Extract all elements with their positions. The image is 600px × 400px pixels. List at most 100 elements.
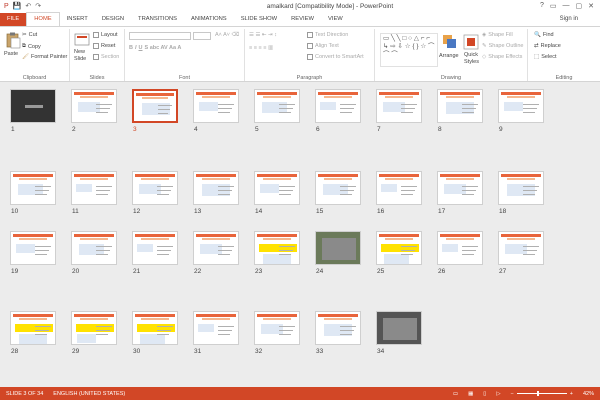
slide-thumbnail[interactable] (254, 171, 300, 205)
slide-thumbnail[interactable] (132, 311, 178, 345)
section-button[interactable]: Section (93, 54, 119, 60)
slide-number: 24 (316, 268, 324, 275)
slide-thumbnail[interactable] (437, 171, 483, 205)
font-style-buttons[interactable]: B I U S abc AV Aa A (129, 45, 181, 51)
zoom-slider-thumb[interactable] (536, 391, 539, 396)
slide-sorter-view-icon[interactable]: ▦ (468, 391, 473, 397)
slide-thumbnail[interactable] (10, 171, 56, 205)
slide-thumbnail[interactable] (498, 89, 544, 123)
select-button[interactable]: ⬚ Select (534, 54, 557, 60)
align-text-button[interactable]: Align Text (307, 43, 339, 49)
replace-button[interactable]: ⇄ Replace (534, 43, 561, 49)
zoom-in-button[interactable]: + (570, 391, 573, 397)
slide-thumbnail[interactable] (315, 231, 361, 265)
font-name-combobox[interactable] (129, 32, 191, 40)
convert-smartart-button[interactable]: Convert to SmartArt (307, 54, 364, 60)
slide-thumbnail[interactable] (10, 311, 56, 345)
zoom-slider[interactable] (516, 391, 567, 396)
font-grow-shrink-buttons[interactable]: A˄ A˅ ⌫ (215, 32, 239, 38)
paste-button[interactable]: Paste (4, 51, 18, 57)
shapes-gallery[interactable]: ▭ ╲ ╲ □ ○ △ ⌐ ⌐ ↳ ⇨ ⇩ ☆ { } ☆ ⌒ ⌒ ⌒ (380, 33, 438, 67)
slide-thumbnail[interactable] (193, 231, 239, 265)
tab-insert[interactable]: INSERT (60, 13, 95, 26)
slide-header-bar (501, 174, 541, 177)
shape-effects-button[interactable]: ◇ Shape Effects (482, 54, 522, 60)
slide-thumbnail[interactable] (10, 231, 56, 265)
slide-thumbnail[interactable] (376, 311, 422, 345)
text-line (218, 112, 230, 113)
slide-thumbnail[interactable] (315, 311, 361, 345)
help-button[interactable]: ? (540, 2, 544, 10)
zoom-out-button[interactable]: − (511, 391, 514, 397)
slide-thumbnail[interactable] (71, 89, 117, 123)
quick-styles-button-label2[interactable]: Styles (464, 59, 479, 65)
tab-view[interactable]: VIEW (321, 13, 350, 26)
slide-header-bar (135, 234, 175, 237)
save-icon[interactable]: 💾 (13, 3, 22, 10)
font-size-combobox[interactable] (193, 32, 211, 40)
slide-thumbnail[interactable] (315, 89, 361, 123)
tab-slide-show[interactable]: SLIDE SHOW (234, 13, 284, 26)
ribbon-display-button[interactable]: ▭ (550, 2, 557, 10)
tab-animations[interactable]: ANIMATIONS (184, 13, 234, 26)
slide-thumbnail[interactable] (193, 171, 239, 205)
format-painter-button[interactable]: 🖌 Format Painter (22, 54, 67, 60)
tab-transitions[interactable]: TRANSITIONS (131, 13, 184, 26)
slide-thumbnail[interactable] (132, 171, 178, 205)
redo-icon[interactable]: ↷ (35, 3, 41, 10)
shape-fill-button[interactable]: ◈ Shape Fill (482, 32, 513, 38)
drawing-group: ▭ ╲ ╲ □ ○ △ ⌐ ⌐ ↳ ⇨ ⇩ ☆ { } ☆ ⌒ ⌒ ⌒ Arra… (375, 29, 528, 81)
sign-in-link[interactable]: Sign in (560, 13, 600, 26)
text-line (35, 194, 47, 195)
normal-view-icon[interactable]: ▭ (453, 391, 458, 397)
slide-thumbnail[interactable] (498, 231, 544, 265)
close-button[interactable]: ✕ (588, 2, 594, 10)
undo-icon[interactable]: ↶ (25, 3, 31, 10)
tab-file[interactable]: FILE (0, 13, 27, 26)
language-status[interactable]: ENGLISH (UNITED STATES) (53, 391, 125, 397)
reading-view-icon[interactable]: ▯ (483, 391, 486, 397)
shape-outline-button[interactable]: ✎ Shape Outline (482, 43, 523, 49)
quick-styles-button[interactable]: Quick (464, 52, 478, 58)
tab-review[interactable]: REVIEW (284, 13, 321, 26)
reset-button[interactable]: Reset (93, 43, 115, 49)
new-slide-button-label2[interactable]: Slide (74, 56, 86, 62)
list-buttons[interactable]: ☰ ☰ ⇤ ⇥ ↕ (249, 32, 277, 38)
text-direction-button[interactable]: Text Direction (307, 32, 348, 38)
slide-thumbnail[interactable] (193, 89, 239, 123)
copy-button[interactable]: ⧉ Copy (22, 43, 41, 50)
slide-thumbnail[interactable] (71, 231, 117, 265)
slide-thumbnail[interactable] (498, 171, 544, 205)
maximize-button[interactable]: ▢ (576, 2, 583, 10)
quick-access-toolbar: P 💾 ↶ ↷ (0, 3, 120, 10)
slide-thumbnail[interactable] (437, 89, 483, 123)
slide-thumbnail[interactable] (10, 89, 56, 123)
new-slide-icon (74, 33, 90, 46)
find-button[interactable]: 🔍 Find (534, 32, 554, 38)
slide-thumbnail[interactable] (376, 171, 422, 205)
slide-thumbnail[interactable] (193, 311, 239, 345)
tab-design[interactable]: DESIGN (95, 13, 131, 26)
slide-thumbnail[interactable] (71, 311, 117, 345)
slide-thumbnail[interactable] (376, 89, 422, 123)
slide-thumbnail[interactable] (71, 171, 117, 205)
slide-thumbnail[interactable] (132, 89, 178, 123)
editing-group-label: Editing (555, 75, 573, 81)
slide-thumbnail[interactable] (254, 311, 300, 345)
align-buttons[interactable]: ≡ ≡ ≡ ≡ ▥ (249, 45, 273, 51)
arrange-button[interactable]: Arrange (439, 53, 459, 59)
slide-thumbnail[interactable] (254, 89, 300, 123)
minimize-button[interactable]: — (563, 2, 570, 10)
slide-thumbnail[interactable] (254, 231, 300, 265)
layout-button[interactable]: Layout (93, 32, 118, 38)
slide-thumbnail[interactable] (132, 231, 178, 265)
slide-thumbnail[interactable] (376, 231, 422, 265)
new-slide-button[interactable]: New (74, 49, 85, 55)
zoom-level[interactable]: 42% (583, 391, 594, 397)
tab-home[interactable]: HOME (26, 12, 60, 26)
slide-thumbnail[interactable] (315, 171, 361, 205)
cut-button[interactable]: ✂ Cut (22, 32, 37, 38)
slide-thumbnail[interactable] (437, 231, 483, 265)
slide-subheader-bar (446, 96, 474, 98)
slideshow-view-icon[interactable]: ▷ (496, 391, 500, 397)
